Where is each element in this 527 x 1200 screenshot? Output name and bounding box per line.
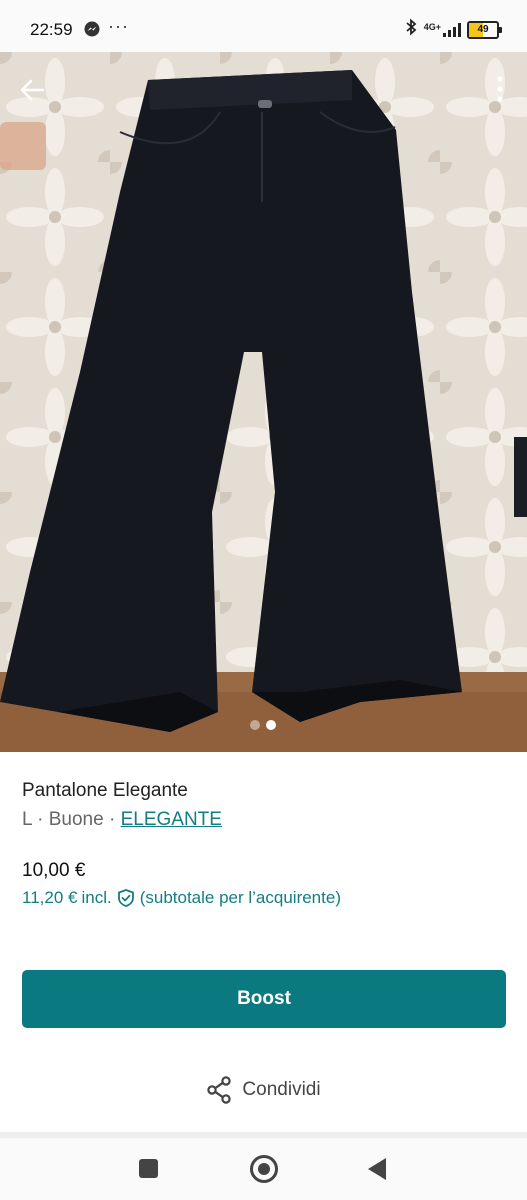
- recents-icon[interactable]: [139, 1159, 158, 1178]
- size-condition: L · Buone ·: [22, 809, 121, 830]
- more-notifications-icon: ···: [108, 16, 129, 36]
- pager-dot: [266, 720, 276, 730]
- nav-back-icon[interactable]: [368, 1158, 386, 1180]
- share-icon: [206, 1076, 232, 1104]
- status-time: 22:59: [30, 20, 73, 39]
- status-bar: 22:59 ··· 4G+ 49: [0, 0, 527, 52]
- buyer-price: 11,20 €: [22, 888, 78, 907]
- buyer-price-row[interactable]: 11,20 € incl. (subtotale per l’acquirent…: [22, 888, 341, 908]
- product-photo[interactable]: [0, 52, 527, 752]
- photo-pager: [250, 720, 276, 730]
- buyer-incl: incl.: [81, 888, 112, 907]
- item-price: 10,00 €: [22, 860, 86, 881]
- share-button[interactable]: Condividi: [0, 1072, 527, 1108]
- status-icons: 4G+ 49: [404, 18, 502, 41]
- messenger-icon: [84, 21, 100, 42]
- pager-dot: [250, 720, 260, 730]
- brand-link[interactable]: ELEGANTE: [121, 809, 222, 830]
- item-title: Pantalone Elegante: [22, 780, 188, 801]
- signal-icon: 4G+: [423, 21, 461, 37]
- buyer-note: (subtotale per l’acquirente): [139, 888, 341, 907]
- home-icon[interactable]: [250, 1155, 278, 1183]
- system-nav-bar: [0, 1138, 527, 1200]
- product-image: [0, 52, 527, 752]
- back-arrow-icon[interactable]: [18, 76, 46, 104]
- item-meta: L · Buone · ELEGANTE: [22, 809, 222, 831]
- battery-icon: 49: [467, 20, 502, 39]
- network-type: 4G+: [423, 21, 441, 32]
- boost-button[interactable]: Boost: [22, 970, 506, 1028]
- share-label: Condividi: [242, 1079, 321, 1100]
- shield-check-icon: [116, 888, 136, 908]
- bluetooth-icon: [404, 18, 418, 41]
- more-options-icon[interactable]: [495, 74, 505, 104]
- battery-percent: 49: [477, 23, 489, 35]
